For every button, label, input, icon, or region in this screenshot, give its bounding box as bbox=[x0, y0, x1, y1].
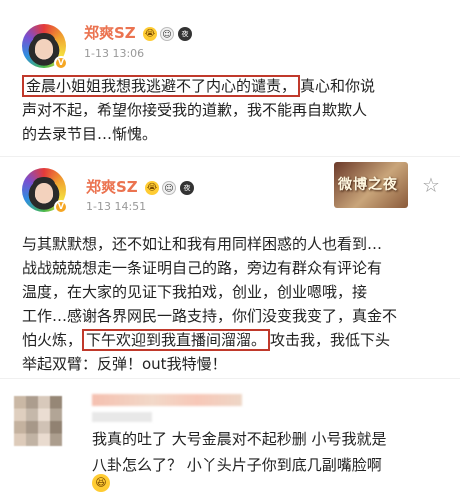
blurred-username bbox=[92, 394, 242, 406]
comment-line-2: 八卦怎么了？ 小丫头片子你到底几副嘴脸啊 bbox=[92, 456, 382, 474]
comment: 我真的吐了 大号金晨对不起秒删 小号我就是 八卦怎么了？ 小丫头片子你到底几副嘴… bbox=[0, 0, 460, 502]
blurred-meta bbox=[92, 412, 152, 422]
comment-line-1: 我真的吐了 大号金晨对不起秒删 小号我就是 bbox=[92, 430, 387, 448]
comment-body: 我真的吐了 大号金晨对不起秒删 小号我就是 八卦怎么了？ 小丫头片子你到底几副嘴… bbox=[92, 426, 458, 478]
laughing-face-icon: 😆 bbox=[92, 474, 110, 492]
blurred-avatar bbox=[14, 396, 62, 446]
